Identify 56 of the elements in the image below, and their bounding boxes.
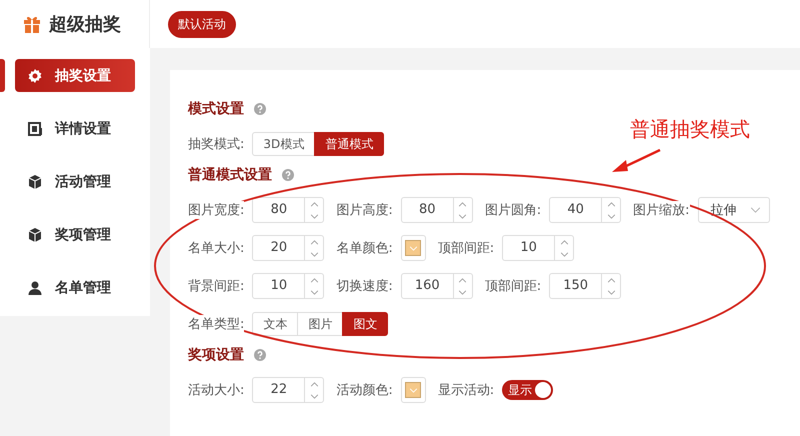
toggle-switch[interactable]: 显示 bbox=[502, 380, 554, 400]
field-label: 背景间距: bbox=[188, 277, 244, 295]
document-icon bbox=[27, 120, 43, 136]
chevron-down-icon[interactable] bbox=[750, 207, 761, 213]
field-label: 抽奖模式: bbox=[188, 135, 244, 153]
field-label: 顶部间距: bbox=[438, 239, 494, 257]
sidebar-item[interactable]: 抽奖设置 bbox=[15, 59, 135, 92]
field-label: 图片宽度: bbox=[188, 201, 244, 219]
number-field[interactable]: 10 bbox=[502, 235, 574, 261]
sidebar-item[interactable]: 活动管理 bbox=[15, 165, 135, 198]
number-field[interactable]: 80 bbox=[400, 197, 473, 223]
select-field[interactable]: 拉伸 bbox=[698, 197, 770, 223]
segment-option[interactable]: 3D模式 bbox=[252, 132, 316, 156]
segment-option[interactable]: 图片 bbox=[297, 312, 344, 336]
arrow bbox=[612, 148, 661, 172]
field-label: 活动颜色: bbox=[336, 381, 393, 399]
number-field[interactable]: 10 bbox=[252, 273, 324, 299]
annotation-text: 普通抽奖模式 bbox=[630, 116, 750, 143]
help-icon[interactable] bbox=[254, 349, 266, 361]
number-field[interactable]: 160 bbox=[400, 273, 473, 299]
cube-icon bbox=[27, 226, 43, 242]
help-icon[interactable] bbox=[282, 169, 294, 181]
help-icon[interactable] bbox=[254, 103, 266, 115]
number-field[interactable]: 40 bbox=[549, 197, 622, 223]
segment-option[interactable]: 普通模式 bbox=[314, 132, 384, 156]
segment-option[interactable]: 图文 bbox=[342, 312, 388, 336]
field-label: 活动大小: bbox=[188, 381, 244, 399]
color-picker[interactable] bbox=[400, 377, 426, 403]
activity-button[interactable]: 默认活动 bbox=[168, 10, 236, 38]
number-field[interactable]: 150 bbox=[549, 273, 622, 299]
number-field[interactable]: 22 bbox=[252, 377, 324, 403]
field-label: 顶部间距: bbox=[484, 277, 542, 295]
number-field[interactable]: 80 bbox=[252, 197, 324, 223]
sidebar-item[interactable]: 奖项管理 bbox=[15, 218, 135, 251]
field-label: 名单颜色: bbox=[336, 239, 393, 257]
app-title: 超级抽奖 bbox=[49, 13, 121, 36]
field-label: 图片圆角: bbox=[484, 201, 542, 219]
section-title: 奖项设置 bbox=[188, 346, 244, 364]
number-field[interactable]: 20 bbox=[252, 235, 324, 261]
field-label: 图片缩放: bbox=[633, 201, 690, 219]
color-picker[interactable] bbox=[400, 235, 426, 261]
cube-icon bbox=[27, 174, 43, 190]
section-title: 模式设置 bbox=[188, 100, 244, 118]
field-label: 切换速度: bbox=[336, 277, 393, 295]
field-label: 名单大小: bbox=[188, 239, 244, 257]
field-label: 名单类型: bbox=[188, 315, 244, 333]
gift-icon bbox=[22, 14, 42, 34]
section-title: 普通模式设置 bbox=[188, 166, 272, 184]
segment-option[interactable]: 文本 bbox=[252, 312, 298, 336]
selection-indicator bbox=[0, 59, 5, 92]
person-icon bbox=[27, 280, 43, 296]
field-label: 图片高度: bbox=[336, 201, 393, 219]
sidebar-item[interactable]: 详情设置 bbox=[15, 112, 135, 145]
sidebar-item[interactable]: 名单管理 bbox=[15, 271, 135, 304]
field-label: 显示活动: bbox=[438, 381, 494, 399]
gear-icon bbox=[27, 68, 43, 84]
